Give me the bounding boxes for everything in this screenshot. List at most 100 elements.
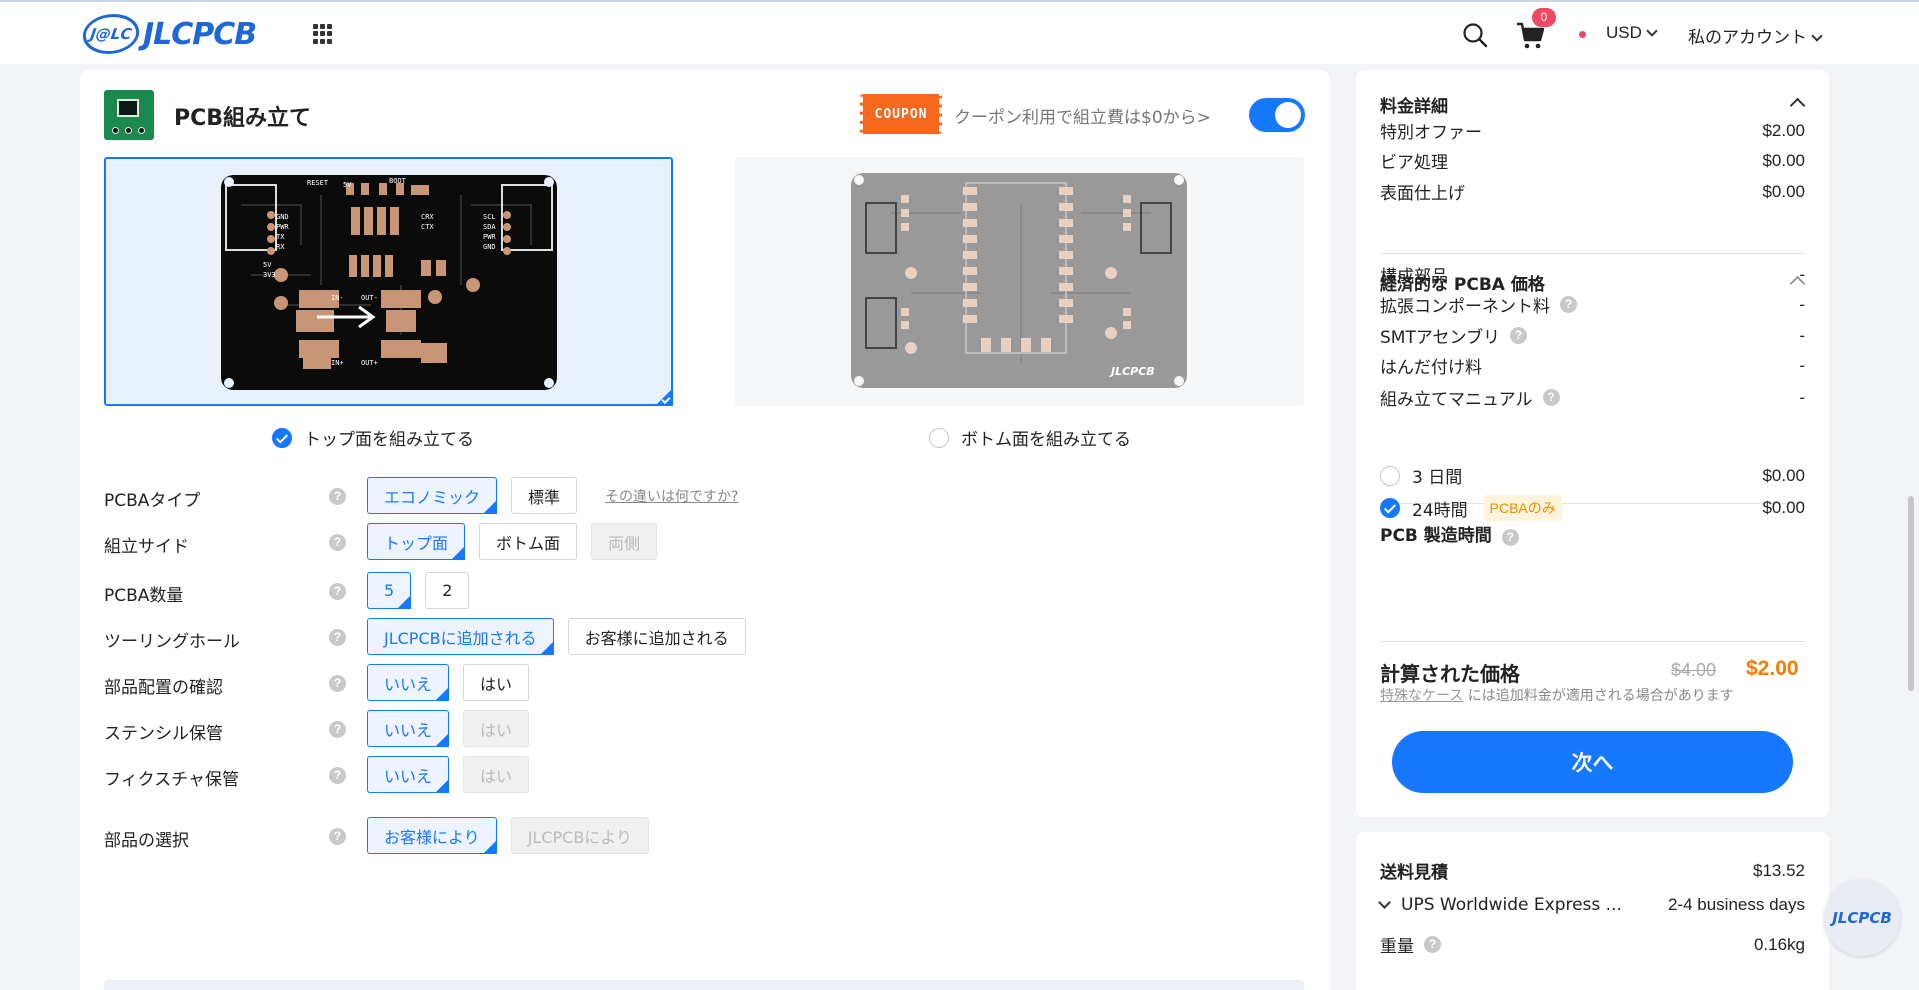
assembly-toggle[interactable] — [1249, 98, 1305, 132]
build-time-option[interactable]: 3 日間 $0.00 — [1380, 463, 1805, 488]
top-side-radio[interactable]: トップ面を組み立てる — [272, 425, 474, 450]
chevron-down-icon — [1646, 25, 1658, 37]
weight-value: 0.16kg — [1753, 934, 1805, 954]
option-button[interactable]: お客様により — [367, 817, 497, 854]
svg-text:SCL: SCL — [483, 213, 496, 221]
shipping-header-row: 送料見積 $13.52 — [1380, 858, 1805, 884]
help-icon[interactable]: ? — [1510, 327, 1527, 344]
help-icon[interactable]: ? — [329, 488, 346, 505]
currency-selector[interactable]: USD — [1606, 23, 1658, 43]
weight-label: 重量 — [1380, 937, 1414, 957]
help-icon[interactable]: ? — [329, 828, 346, 845]
help-icon[interactable]: ? — [1501, 529, 1519, 546]
help-icon[interactable]: ? — [1560, 296, 1577, 313]
fee-details-title: 料金詳細 — [1380, 97, 1448, 117]
pcba-fee-value: - — [1799, 355, 1805, 375]
help-icon[interactable]: ? — [329, 721, 346, 738]
selected-corner-check — [655, 388, 673, 406]
option-row: フィクスチャ保管? いいえ はい — [104, 756, 1284, 794]
option-button[interactable]: エコノミック — [367, 477, 498, 514]
original-price: $4.00 — [1671, 660, 1717, 680]
chevron-up-icon[interactable] — [1789, 97, 1806, 114]
page-scrollbar[interactable] — [1908, 496, 1914, 691]
top-side-board-option[interactable]: GND PWR TX RX CRX CTX SCL SDA PWR GND RESET BOOT… — [104, 157, 673, 406]
floating-support-logo[interactable]: JLCPCB — [1824, 880, 1900, 956]
price-summary-panel: 料金詳細 特別オファー $2.00 ビア処理 $0.00 表面仕上げ $0.00 経済的な… — [1356, 70, 1829, 817]
fee-row: ビア処理 $0.00 — [1380, 148, 1805, 174]
option-button[interactable]: お客様に追加される — [567, 618, 746, 655]
notification-dot — [1579, 31, 1586, 38]
svg-text:PWR: PWR — [483, 233, 496, 241]
option-button[interactable]: はい — [463, 756, 530, 793]
option-buttons: 52 — [367, 572, 470, 609]
pcba-fee-row: SMTアセンブリ? - — [1380, 323, 1805, 349]
option-button[interactable]: いいえ — [367, 710, 450, 747]
build-time-option[interactable]: 24時間 PCBAのみ $0.00 — [1380, 495, 1805, 521]
option-row: 組立サイド? トップ面 ボトム面 両側 — [104, 523, 1284, 561]
svg-text:BOOT: BOOT — [389, 177, 407, 185]
difference-help-link[interactable]: その違いは何ですか? — [605, 486, 738, 506]
help-icon[interactable]: ? — [1424, 936, 1441, 953]
option-buttons: いいえ はい — [367, 710, 530, 747]
search-icon[interactable] — [1462, 22, 1488, 48]
apps-grid-icon[interactable] — [313, 24, 333, 44]
chevron-down-icon — [1811, 30, 1823, 42]
bottom-side-label: ボトム面を組み立てる — [961, 430, 1131, 450]
bottom-side-board-option[interactable]: JLCPCB — [735, 157, 1304, 406]
option-button[interactable]: はい — [463, 664, 530, 701]
total-price-label: 計算された価格 — [1380, 662, 1520, 686]
help-icon[interactable]: ? — [329, 583, 346, 600]
help-icon[interactable]: ? — [329, 675, 346, 692]
coupon-tag-icon[interactable]: COUPON — [860, 94, 942, 134]
help-icon[interactable]: ? — [329, 767, 346, 784]
option-button[interactable]: JLCPCBにより — [510, 817, 649, 854]
option-button[interactable]: はい — [463, 710, 530, 747]
build-time-title: PCB 製造時間? — [1380, 521, 1519, 546]
fee-row: 特別オファー $2.00 — [1380, 118, 1805, 144]
option-button[interactable]: いいえ — [367, 756, 450, 793]
fee-label: 特別オファー — [1380, 123, 1482, 143]
option-label: 部品配置の確認 — [104, 678, 223, 698]
jlcpcb-logo[interactable]: J@LC JLCPCB — [80, 14, 257, 54]
option-button[interactable]: 両側 — [591, 523, 658, 560]
svg-text:GND: GND — [483, 243, 496, 251]
option-buttons: JLCPCBに追加される お客様に追加される — [367, 618, 746, 655]
account-menu[interactable]: 私のアカウント — [1688, 23, 1823, 48]
build-time-label: PCB 製造時間 — [1380, 526, 1492, 546]
option-row: 部品の選択? お客様により JLCPCBにより — [104, 817, 1284, 855]
help-icon[interactable]: ? — [1542, 389, 1560, 406]
option-label: 組立サイド — [104, 537, 189, 557]
fee-value: $2.00 — [1762, 120, 1805, 140]
svg-text:CTX: CTX — [421, 223, 434, 231]
option-buttons: いいえ はい — [367, 756, 530, 793]
shipping-method-row[interactable]: UPS Worldwide Express ... 2-4 business d… — [1378, 895, 1805, 915]
discounted-price: $2.00 — [1746, 657, 1799, 680]
option-button[interactable]: 5 — [367, 572, 412, 609]
build-time-option-label: 24時間 — [1412, 500, 1468, 521]
coupon-link[interactable]: クーポン利用で組立費は$0から> — [954, 103, 1211, 128]
option-label: ステンシル保管 — [104, 724, 223, 744]
help-icon[interactable]: ? — [329, 534, 346, 551]
option-button[interactable]: いいえ — [367, 664, 450, 701]
option-button[interactable]: 標準 — [511, 477, 578, 514]
svg-text:RESET: RESET — [307, 179, 329, 187]
pcba-fee-value: - — [1799, 294, 1805, 314]
pcba-fee-value: - — [1799, 325, 1805, 345]
option-button[interactable]: トップ面 — [367, 523, 466, 560]
next-button[interactable]: 次へ — [1392, 731, 1793, 793]
option-label: ツーリングホール — [104, 632, 240, 652]
shipping-title: 送料見積 — [1380, 863, 1448, 883]
fee-label: ビア処理 — [1380, 153, 1448, 173]
bottom-side-radio[interactable]: ボトム面を組み立てる — [929, 425, 1131, 450]
option-label: 部品の選択 — [104, 831, 189, 851]
option-button[interactable]: JLCPCBに追加される — [367, 618, 554, 655]
option-button[interactable]: ボトム面 — [479, 523, 578, 560]
option-button[interactable]: 2 — [425, 572, 470, 609]
svg-text:RX: RX — [276, 243, 285, 251]
help-icon[interactable]: ? — [329, 629, 346, 646]
special-case-link[interactable]: 特殊なケース — [1380, 688, 1463, 704]
checked-radio-icon — [272, 427, 292, 448]
option-row: PCBAタイプ? エコノミック 標準 その違いは何ですか? — [104, 477, 1284, 515]
option-label: フィクスチャ保管 — [104, 770, 239, 790]
top-navigation-bar: J@LC JLCPCB 0 USD 私のアカウント — [0, 0, 1919, 64]
